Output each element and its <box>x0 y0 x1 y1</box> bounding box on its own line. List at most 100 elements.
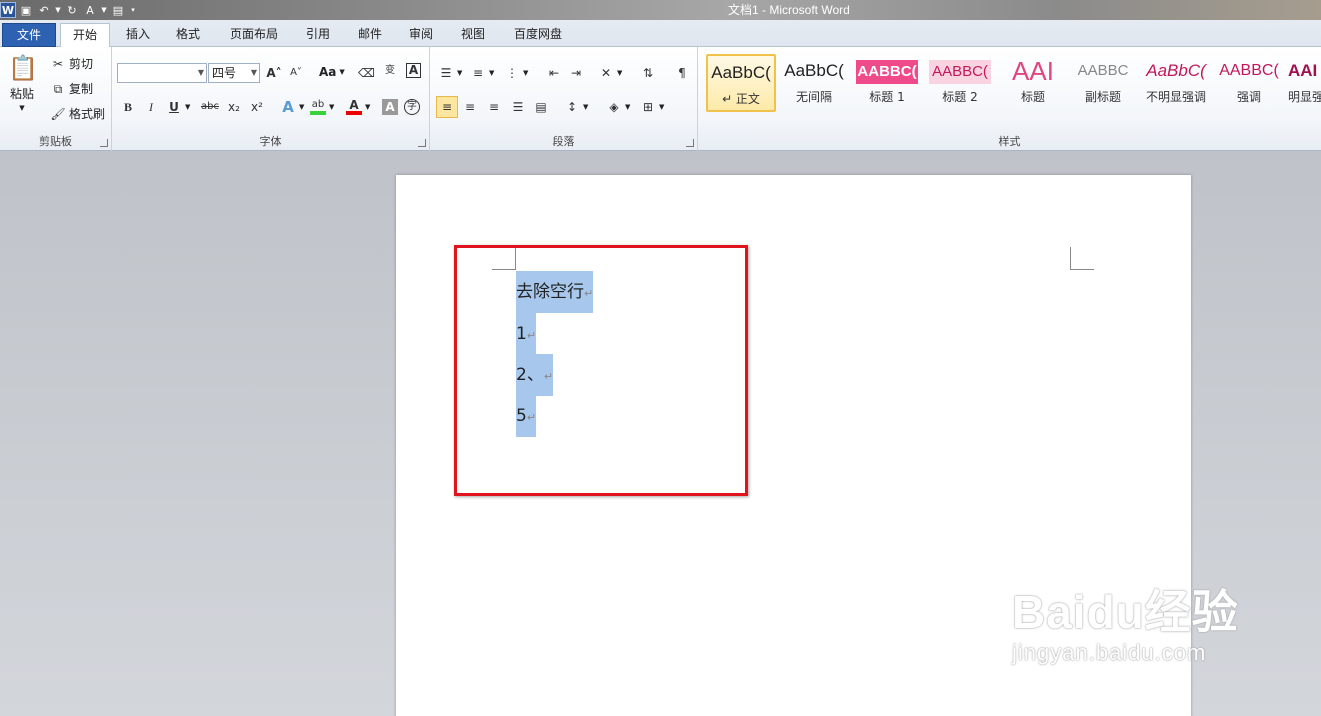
italic-button[interactable]: I <box>143 99 159 115</box>
copy-icon: ⧉ <box>53 81 63 96</box>
chevron-down-icon: ▼ <box>197 68 204 77</box>
tab-page-layout[interactable]: 页面布局 <box>222 23 286 47</box>
shrink-font-button[interactable]: A˅ <box>288 65 304 81</box>
style-no-spacing[interactable]: AaBbC( 无间隔 <box>779 54 849 112</box>
line-spacing-icon: ↕ <box>566 100 578 114</box>
style-subtle-emphasis[interactable]: AaBbC( 不明显强调 <box>1141 54 1211 112</box>
bullets-icon: ☰ <box>440 66 452 80</box>
eraser-icon: ⌫ <box>358 66 375 80</box>
align-right-button[interactable]: ≡ <box>486 99 502 115</box>
font-group-label: 字体 <box>259 135 282 148</box>
justify-icon: ☰ <box>512 100 524 114</box>
window-title: 文档1 - Microsoft Word <box>728 3 850 17</box>
chinese-layout-button[interactable]: ✕ ▼ <box>598 65 622 81</box>
undo-icon[interactable]: ↶ <box>36 2 52 18</box>
redo-icon[interactable]: ↻ <box>64 2 80 18</box>
tab-review[interactable]: 审阅 <box>401 23 441 47</box>
chevron-down-icon: ▼ <box>250 68 257 77</box>
paste-button[interactable]: 📋 粘贴 ▼ <box>8 53 38 112</box>
character-border-button[interactable]: A <box>406 63 421 78</box>
bold-button[interactable]: B <box>120 99 136 115</box>
highlighter-icon: ab <box>310 99 326 115</box>
tab-baidu-netdisk[interactable]: 百度网盘 <box>506 23 570 47</box>
change-case-button[interactable]: Aa ▼ <box>319 65 345 79</box>
style-title[interactable]: AAI 标题 <box>998 54 1068 112</box>
style-normal[interactable]: AaBbC( ↵ 正文 <box>706 54 776 112</box>
style-heading-1[interactable]: AABBC( 标题 1 <box>852 54 922 112</box>
show-marks-button[interactable]: ¶ <box>674 65 690 81</box>
strikethrough-button[interactable]: abc <box>200 99 220 115</box>
dialog-launcher-icon[interactable] <box>418 139 426 147</box>
customize-qat-arrow-icon[interactable]: ▾ <box>128 2 138 18</box>
underline-button[interactable]: U ▼ <box>166 99 190 115</box>
chevron-down-icon: ▼ <box>365 103 371 111</box>
numbering-button[interactable]: ≡ ▼ <box>470 65 494 81</box>
highlight-color-button[interactable]: ab ▼ <box>310 99 334 115</box>
dialog-launcher-icon[interactable] <box>686 139 694 147</box>
style-heading-2[interactable]: AABBC( 标题 2 <box>925 54 995 112</box>
scissors-icon: ✂ <box>52 56 64 71</box>
chevron-down-icon: ▼ <box>457 69 463 77</box>
distributed-button[interactable]: ▤ <box>533 99 549 115</box>
borders-icon: ⊞ <box>642 100 654 114</box>
font-color-button[interactable]: A ▼ <box>346 99 370 115</box>
copy-button[interactable]: ⧉ 复制 <box>50 80 93 97</box>
margin-marker-top-right <box>1070 247 1094 270</box>
clear-formatting-button[interactable]: ⌫ <box>358 65 375 81</box>
tab-mailings[interactable]: 邮件 <box>350 23 390 47</box>
subscript-button[interactable]: x₂ <box>226 99 242 115</box>
justify-button[interactable]: ☰ <box>510 99 526 115</box>
style-sample: AAI <box>1288 61 1318 80</box>
bullets-button[interactable]: ☰ ▼ <box>438 65 463 81</box>
strikethrough-icon: abc <box>201 101 219 112</box>
increase-indent-button[interactable]: ⇥ <box>568 65 584 81</box>
style-name: 明显强 <box>1288 90 1321 104</box>
save-icon[interactable]: ▣ <box>18 2 34 18</box>
chevron-down-icon: ▼ <box>583 103 589 111</box>
dropdown-arrow-icon[interactable]: ▼ <box>54 2 62 18</box>
tab-references[interactable]: 引用 <box>298 23 338 47</box>
font-name-select[interactable]: ▼ <box>117 63 207 83</box>
phonetic-guide-icon: 变 <box>385 65 395 76</box>
style-subtitle[interactable]: AABBC 副标题 <box>1068 54 1138 112</box>
tab-view[interactable]: 视图 <box>453 23 493 47</box>
tab-insert[interactable]: 插入 <box>118 23 158 47</box>
align-center-button[interactable]: ≡ <box>462 99 478 115</box>
dialog-launcher-icon[interactable] <box>100 139 108 147</box>
decrease-indent-button[interactable]: ⇤ <box>546 65 562 81</box>
sort-icon: ⇅ <box>642 66 654 80</box>
copy-label: 复制 <box>69 82 94 96</box>
shading-button[interactable]: ◈ ▼ <box>606 99 630 115</box>
enclose-characters-button[interactable]: 字 <box>404 99 420 115</box>
multilevel-list-button[interactable]: ⋮ ▼ <box>504 65 528 81</box>
character-shading-button[interactable]: A <box>382 99 398 115</box>
line-spacing-button[interactable]: ↕ ▼ <box>564 99 588 115</box>
style-intense-emphasis[interactable]: AAI 明显强 <box>1284 54 1321 112</box>
style-sample: AAI <box>1012 56 1054 86</box>
phonetic-guide-button[interactable]: 变 <box>382 63 398 79</box>
style-emphasis[interactable]: AABBC( 强调 <box>1214 54 1284 112</box>
format-painter-button[interactable]: 🖌 格式刷 <box>50 105 105 122</box>
sort-button[interactable]: ⇅ <box>640 65 656 81</box>
brush-icon: 🖌 <box>50 106 66 121</box>
align-left-button[interactable]: ≡ <box>436 96 458 118</box>
superscript-button[interactable]: x² <box>249 99 265 115</box>
customize-icon[interactable]: ▤ <box>110 2 126 18</box>
tab-file[interactable]: 文件 <box>2 23 56 47</box>
watermark-sub-text: jingyan.baidu.com <box>1012 640 1207 665</box>
grow-font-button[interactable]: A˄ <box>266 65 282 81</box>
word-app-icon[interactable]: W <box>0 2 16 18</box>
font-size-select[interactable]: 四号 ▼ <box>208 63 260 83</box>
tab-home[interactable]: 开始 <box>60 23 110 48</box>
chevron-down-icon: ▼ <box>659 103 665 111</box>
tab-format[interactable]: 格式 <box>168 23 208 47</box>
chinese-layout-icon: ✕ <box>600 66 612 80</box>
chevron-down-icon: ▼ <box>185 103 191 111</box>
cut-button[interactable]: ✂ 剪切 <box>50 55 93 72</box>
borders-button[interactable]: ⊞ ▼ <box>640 99 664 115</box>
text-effects-button[interactable]: A ▼ <box>280 99 304 115</box>
bold-icon: B <box>123 100 132 114</box>
numbering-icon: ≡ <box>472 66 484 80</box>
dropdown-arrow-icon[interactable]: ▼ <box>100 2 108 18</box>
spelling-icon[interactable]: A <box>82 2 98 18</box>
